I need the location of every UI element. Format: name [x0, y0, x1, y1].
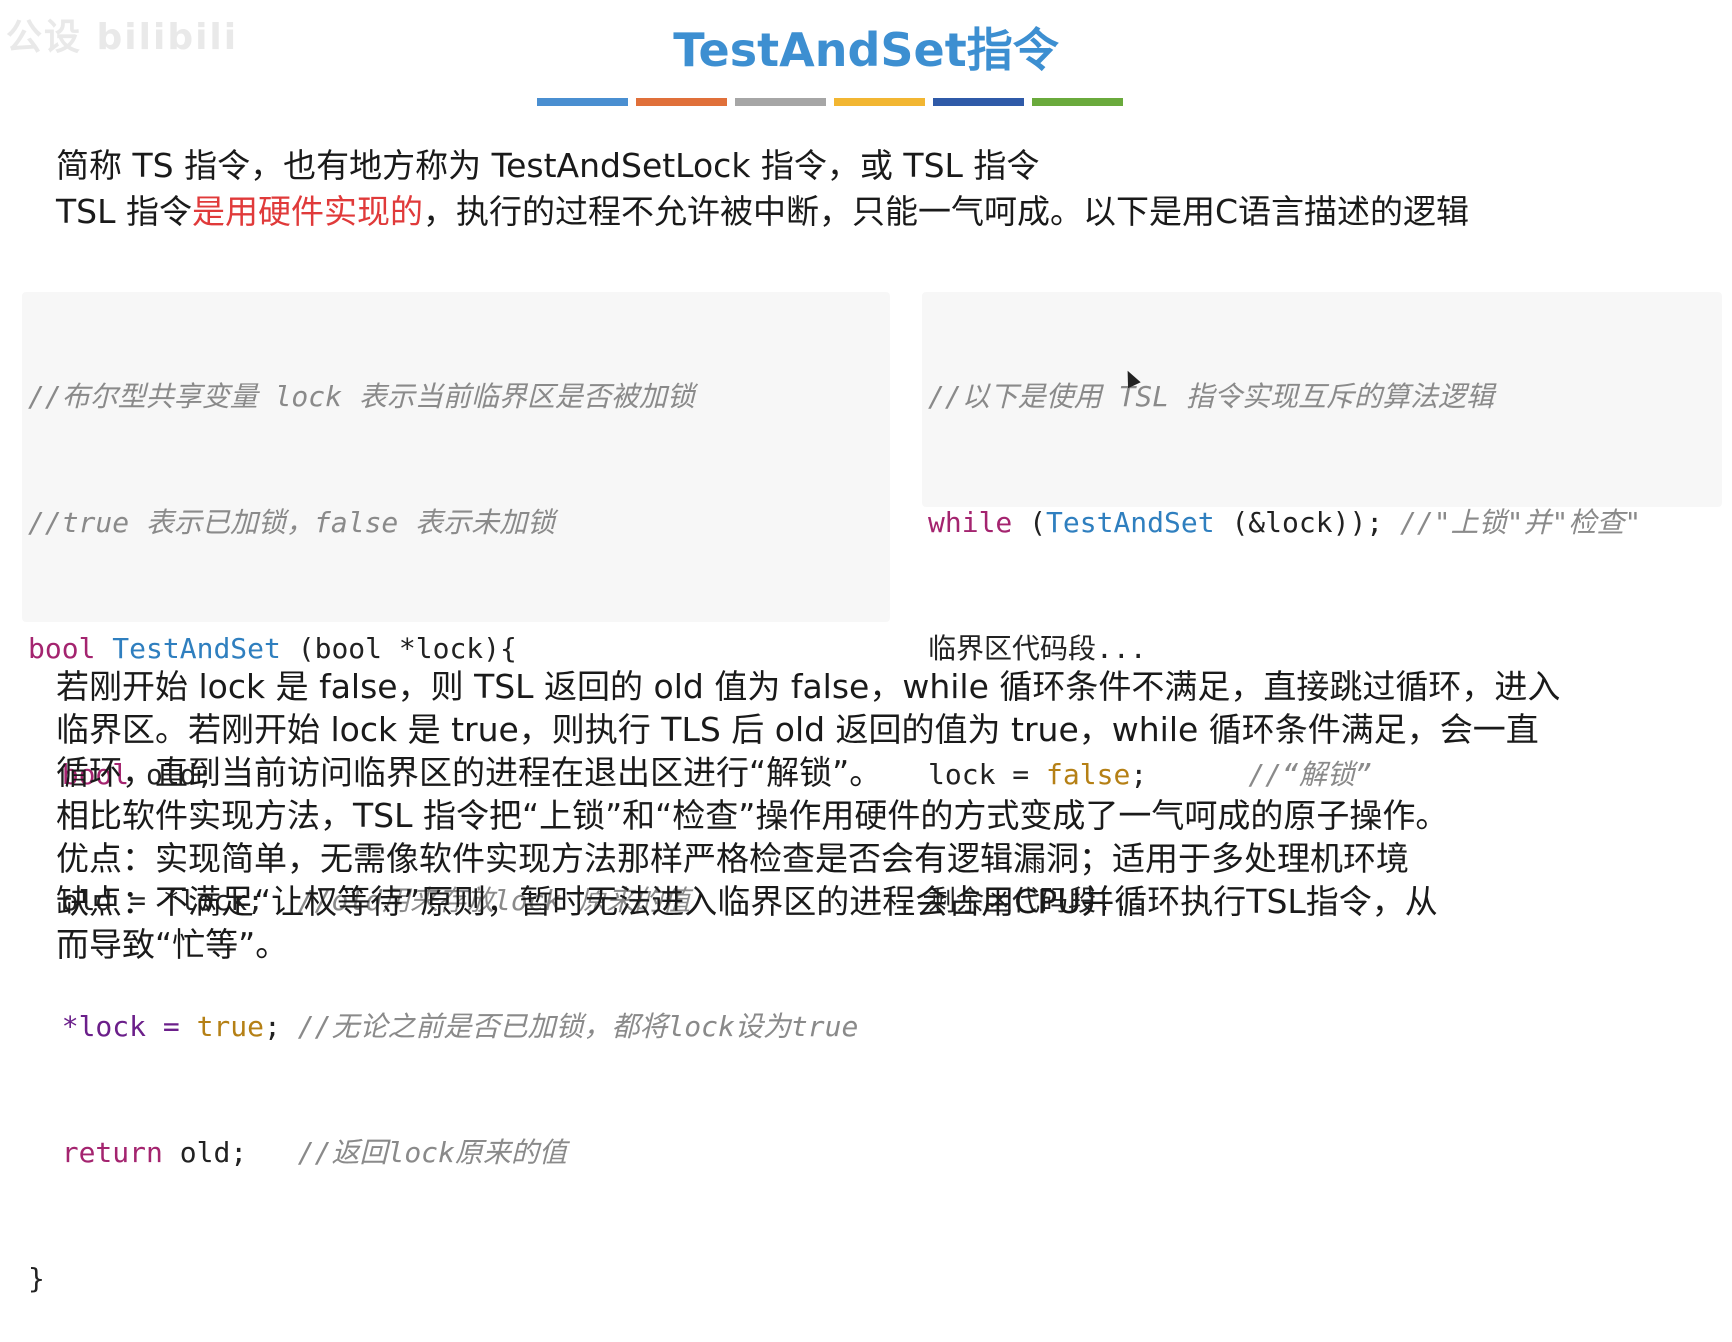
code-function-name: TestAndSet: [1046, 506, 1215, 539]
advantages-line: 优点：实现简单，无需像软件实现方法那样严格检查是否会有逻辑漏洞；适用于多处理机环…: [56, 839, 1409, 878]
color-bar: [735, 98, 826, 106]
color-bar: [834, 98, 925, 106]
explanation-line: 临界区。若刚开始 lock 是 true，则执行 TLS 后 old 返回的值为…: [56, 710, 1539, 749]
disadvantages-line: 缺点：不满足“让权等待”原则，暂时无法进入临界区的进程会占用CPU并循环执行TS…: [56, 882, 1438, 921]
code-line-signature: bool TestAndSet (bool *lock){: [28, 628, 884, 670]
code-keyword: bool: [28, 632, 96, 665]
disadvantages-line: 而导致“忙等”。: [56, 925, 289, 964]
code-keyword: return: [61, 1136, 163, 1169]
code-text: (&lock));: [1214, 506, 1384, 539]
code-comment: //"上锁"并"检查": [1400, 506, 1642, 539]
code-comment: //true 表示已加锁，false 表示未加锁: [28, 506, 556, 539]
code-paren: (: [1012, 506, 1047, 539]
intro-line-1: 简称 TS 指令，也有地方称为 TestAndSetLock 指令，或 TSL …: [56, 146, 1040, 185]
intro-line-2-prefix: TSL 指令: [56, 192, 192, 231]
code-semicolon: ;: [264, 1010, 281, 1043]
code-line-set-lock: *lock = true; //无论之前是否已加锁，都将lock设为true: [28, 1006, 884, 1048]
code-comment: //以下是使用 TSL 指令实现互斥的算法逻辑: [928, 380, 1495, 413]
intro-text: 简称 TS 指令，也有地方称为 TestAndSetLock 指令，或 TSL …: [56, 143, 1469, 235]
color-bar: [933, 98, 1024, 106]
explanation-line: 若刚开始 lock 是 false，则 TSL 返回的 old 值为 false…: [56, 667, 1561, 706]
color-bar: [1032, 98, 1123, 106]
intro-line-2-suffix: ，执行的过程不允许被中断，只能一气呵成。以下是用C语言描述的逻辑: [422, 192, 1470, 231]
color-bar: [636, 98, 727, 106]
explanation-line: 循环，直到当前访问临界区的进程在退出区进行“解锁”。: [56, 753, 883, 792]
slide-title: TestAndSet指令: [673, 23, 1059, 77]
code-comment: //无论之前是否已加锁，都将lock设为true: [297, 1010, 859, 1043]
code-line-while: while (TestAndSet (&lock)); //"上锁"并"检查": [928, 502, 1716, 544]
explanation-text: 若刚开始 lock 是 false，则 TSL 返回的 old 值为 false…: [56, 665, 1560, 966]
title-color-bars: [537, 98, 1123, 106]
code-closing-brace: }: [28, 1262, 45, 1295]
code-comment: //返回lock原来的值: [297, 1136, 567, 1169]
comparison-line: 相比软件实现方法，TSL 指令把“上锁”和“检查”操作用硬件的方式变成了一气呵成…: [56, 796, 1449, 835]
code-literal: true: [196, 1010, 265, 1043]
code-block-testandset: //布尔型共享变量 lock 表示当前临界区是否被加锁 //true 表示已加锁…: [22, 292, 890, 1295]
code-comment: //布尔型共享变量 lock 表示当前临界区是否被加锁: [28, 380, 695, 413]
code-text: *lock =: [61, 1010, 197, 1043]
code-critical-section: 临界区代码段...: [928, 632, 1147, 665]
code-function-name: TestAndSet: [112, 632, 281, 665]
intro-line-2: TSL 指令是用硬件实现的，执行的过程不允许被中断，只能一气呵成。以下是用C语言…: [56, 189, 1469, 235]
code-text: old;: [162, 1136, 248, 1169]
code-keyword: while: [928, 506, 1013, 539]
code-block-tsl-usage: //以下是使用 TSL 指令实现互斥的算法逻辑 while (TestAndSe…: [922, 292, 1722, 917]
color-bar: [537, 98, 628, 106]
code-params: (bool *lock){: [280, 632, 517, 665]
code-line-return: return old; //返回lock原来的值: [28, 1132, 884, 1174]
intro-highlight: 是用硬件实现的: [191, 192, 423, 231]
